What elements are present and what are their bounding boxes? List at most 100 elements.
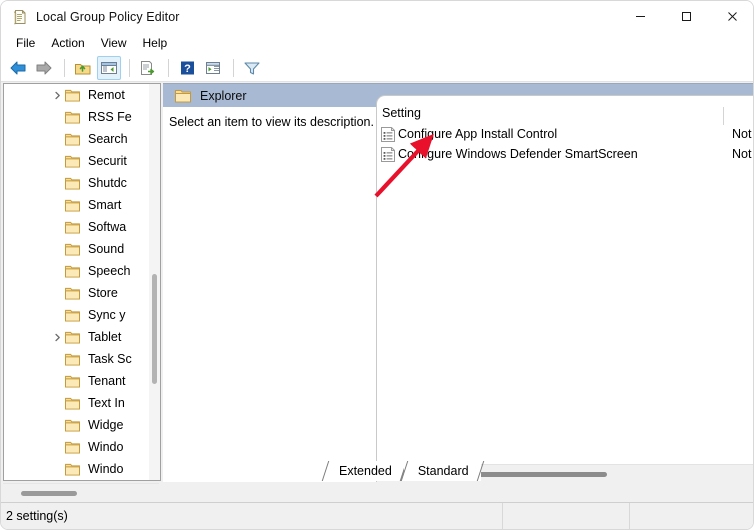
description-pane: Select an item to view its description. xyxy=(163,107,376,482)
tree-node-label: Securit xyxy=(88,154,127,168)
folder-icon xyxy=(65,419,83,432)
chevron-right-icon[interactable] xyxy=(49,326,65,348)
tree-node-label: Speech xyxy=(88,264,131,278)
tree-node-label: Shutdc xyxy=(88,176,127,190)
tree-node-content[interactable]: Windo xyxy=(65,461,125,477)
tree-node-content[interactable]: Smart xyxy=(65,197,123,213)
tree-node[interactable]: Store xyxy=(4,282,150,304)
tree-node-label: Task Sc xyxy=(88,352,132,366)
tree-node-content[interactable]: Widge xyxy=(65,417,125,433)
folder-icon xyxy=(65,463,83,476)
tree-node[interactable]: Search xyxy=(4,128,150,150)
tree-node[interactable]: Tenant xyxy=(4,370,150,392)
tree-node-content[interactable]: Sync y xyxy=(65,307,128,323)
tree-node-content[interactable]: RSS Fe xyxy=(65,109,134,125)
toolbar: ? xyxy=(1,54,753,82)
folder-icon xyxy=(65,221,83,234)
tree-vertical-scrollbar[interactable] xyxy=(149,84,160,480)
tree-node[interactable]: Windo xyxy=(4,458,150,480)
tree-vertical-scrollbar-thumb[interactable] xyxy=(152,274,157,384)
tree-node-list[interactable]: Remot RSS Fe Search Securit Shutdc Smart Softw… xyxy=(4,84,150,480)
tree-node-content[interactable]: Shutdc xyxy=(65,175,129,191)
tree-node[interactable]: Securit xyxy=(4,150,150,172)
tree-node[interactable]: Smart xyxy=(4,194,150,216)
tree-node-content[interactable]: Windo xyxy=(65,439,125,455)
help-icon[interactable]: ? xyxy=(175,56,199,80)
settings-list-pane: Setting Configure App Install Control Not… xyxy=(376,95,753,482)
filter-icon[interactable] xyxy=(240,56,264,80)
tree-node-content[interactable]: Tenant xyxy=(65,373,128,389)
menu-item-action[interactable]: Action xyxy=(43,34,92,52)
menu-item-file[interactable]: File xyxy=(8,34,43,52)
description-text: Select an item to view its description. xyxy=(169,115,374,129)
folder-icon xyxy=(65,265,83,278)
tree-node-content[interactable]: Search xyxy=(65,131,130,147)
up-one-level-icon[interactable] xyxy=(71,56,95,80)
policy-setting-icon xyxy=(377,126,398,142)
tree-node[interactable]: Windo xyxy=(4,436,150,458)
menu-item-view[interactable]: View xyxy=(93,34,135,52)
tree-node-label: Windo xyxy=(88,462,124,476)
local-group-policy-editor-window: Local Group Policy Editor File Action Vi… xyxy=(0,0,754,530)
tree-node-label: Store xyxy=(88,286,118,300)
tab-extended-label: Extended xyxy=(339,464,392,478)
tree-node-content[interactable]: Store xyxy=(65,285,120,301)
settings-list-row[interactable]: Configure App Install Control Not xyxy=(377,124,753,144)
settings-list-rows: Configure App Install Control Not Configur… xyxy=(377,124,753,164)
export-list-icon[interactable] xyxy=(136,56,160,80)
tree-node[interactable]: Speech xyxy=(4,260,150,282)
folder-icon xyxy=(65,441,83,454)
status-cell-2 xyxy=(628,502,753,529)
tab-extended[interactable]: Extended xyxy=(325,461,404,481)
tree-horizontal-scrollbar[interactable] xyxy=(3,483,159,501)
settings-list-row[interactable]: Configure Windows Defender SmartScreen No… xyxy=(377,144,753,164)
minimize-button[interactable] xyxy=(617,1,663,32)
tree-node-content[interactable]: Softwa xyxy=(65,219,128,235)
back-icon[interactable] xyxy=(6,56,30,80)
view-tabs: Extended Standard xyxy=(325,460,481,481)
tree-node[interactable]: Tablet xyxy=(4,326,150,348)
tree-node-content[interactable]: Task Sc xyxy=(65,351,134,367)
tree-node[interactable]: RSS Fe xyxy=(4,106,150,128)
toolbar-separator xyxy=(64,58,65,77)
tree-node-content[interactable]: Text In xyxy=(65,395,127,411)
chevron-right-icon[interactable] xyxy=(49,84,65,106)
maximize-button[interactable] xyxy=(663,1,709,32)
tree-node[interactable]: Remot xyxy=(4,84,150,106)
tree-node[interactable]: Softwa xyxy=(4,216,150,238)
tab-standard[interactable]: Standard xyxy=(403,461,481,481)
tree-node[interactable]: Task Sc xyxy=(4,348,150,370)
forward-icon[interactable] xyxy=(32,56,56,80)
column-header-setting[interactable]: Setting xyxy=(377,106,724,125)
tree-node-label: Widge xyxy=(88,418,124,432)
show-hide-console-tree-icon[interactable] xyxy=(97,55,121,80)
tree-node[interactable]: Sound xyxy=(4,238,150,260)
tree-node-content[interactable]: Securit xyxy=(65,153,129,169)
close-button[interactable] xyxy=(709,1,753,32)
tree-node[interactable]: Shutdc xyxy=(4,172,150,194)
tree-node-label: Remot xyxy=(88,88,125,102)
tree-node-content[interactable]: Remot xyxy=(65,87,127,103)
tree-node-content[interactable]: Speech xyxy=(65,263,132,279)
tree-horizontal-scrollbar-thumb[interactable] xyxy=(21,491,77,496)
tree-node[interactable]: Sync y xyxy=(4,304,150,326)
folder-icon xyxy=(65,133,83,146)
tree-node[interactable]: Text In xyxy=(4,392,150,414)
tree-node[interactable]: Widge xyxy=(4,414,150,436)
folder-icon xyxy=(65,155,83,168)
folder-icon xyxy=(65,331,83,344)
show-hide-action-pane-icon[interactable] xyxy=(201,56,225,80)
menu-item-help[interactable]: Help xyxy=(135,34,176,52)
tree-node-content[interactable]: Sound xyxy=(65,241,126,257)
svg-text:?: ? xyxy=(184,63,191,75)
settings-pane: Explorer Select an item to view its desc… xyxy=(163,83,753,482)
tree-node-content[interactable]: Tablet xyxy=(65,329,123,345)
